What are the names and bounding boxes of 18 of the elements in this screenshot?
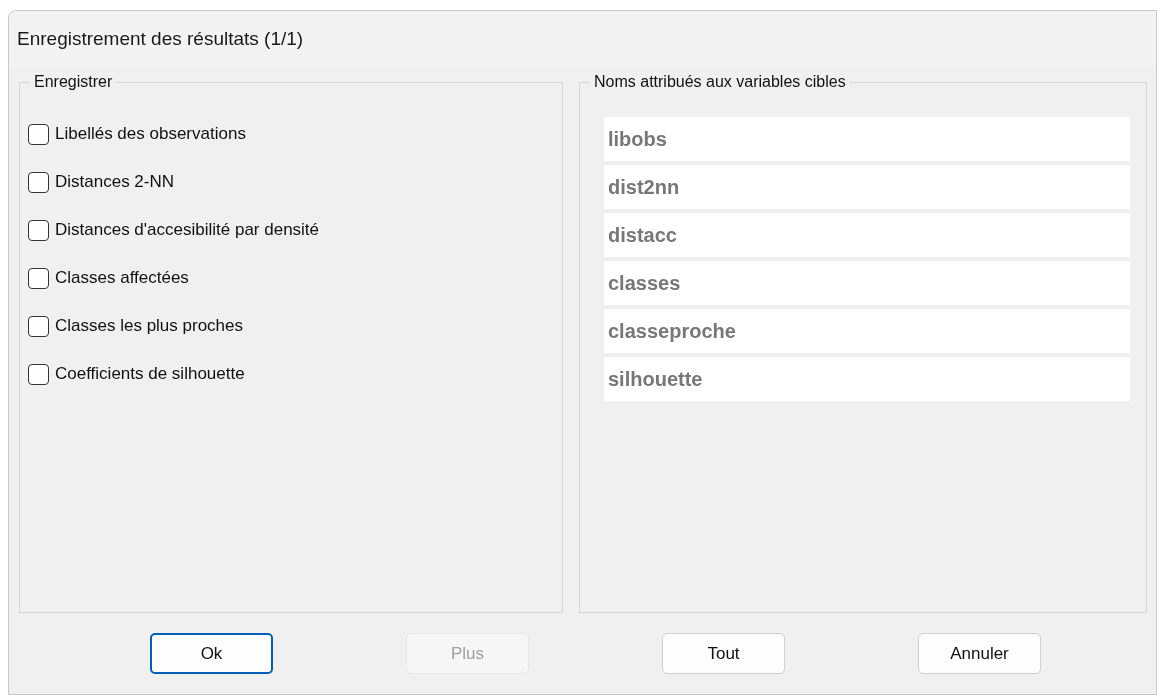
- checkbox[interactable]: [28, 315, 49, 337]
- checkbox-label[interactable]: Libellés des observations: [55, 124, 246, 144]
- checkbox[interactable]: [28, 171, 49, 193]
- group-title: Noms attribués aux variables cibles: [593, 73, 847, 91]
- checkbox-label[interactable]: Classes les plus proches: [55, 316, 244, 336]
- checkbox-label[interactable]: Classes affectées: [55, 268, 189, 288]
- checkbox[interactable]: [28, 363, 49, 385]
- group-title: Enregistrer: [33, 73, 114, 91]
- dialog-button[interactable]: Annuler: [918, 633, 1041, 674]
- checkbox-label[interactable]: Coefficients de silhouette: [55, 364, 245, 384]
- checkbox[interactable]: [28, 219, 49, 241]
- checkbox-label[interactable]: Distances d'accesibilité par densité: [55, 220, 320, 240]
- dialog-button[interactable]: Tout: [662, 633, 785, 674]
- checkbox-label[interactable]: Distances 2-NN: [55, 172, 175, 192]
- window-title: Enregistrement des résultats (1/1): [17, 28, 304, 50]
- checkbox[interactable]: [28, 123, 49, 145]
- checkbox[interactable]: [28, 267, 49, 289]
- dialog-button[interactable]: Ok: [150, 633, 273, 674]
